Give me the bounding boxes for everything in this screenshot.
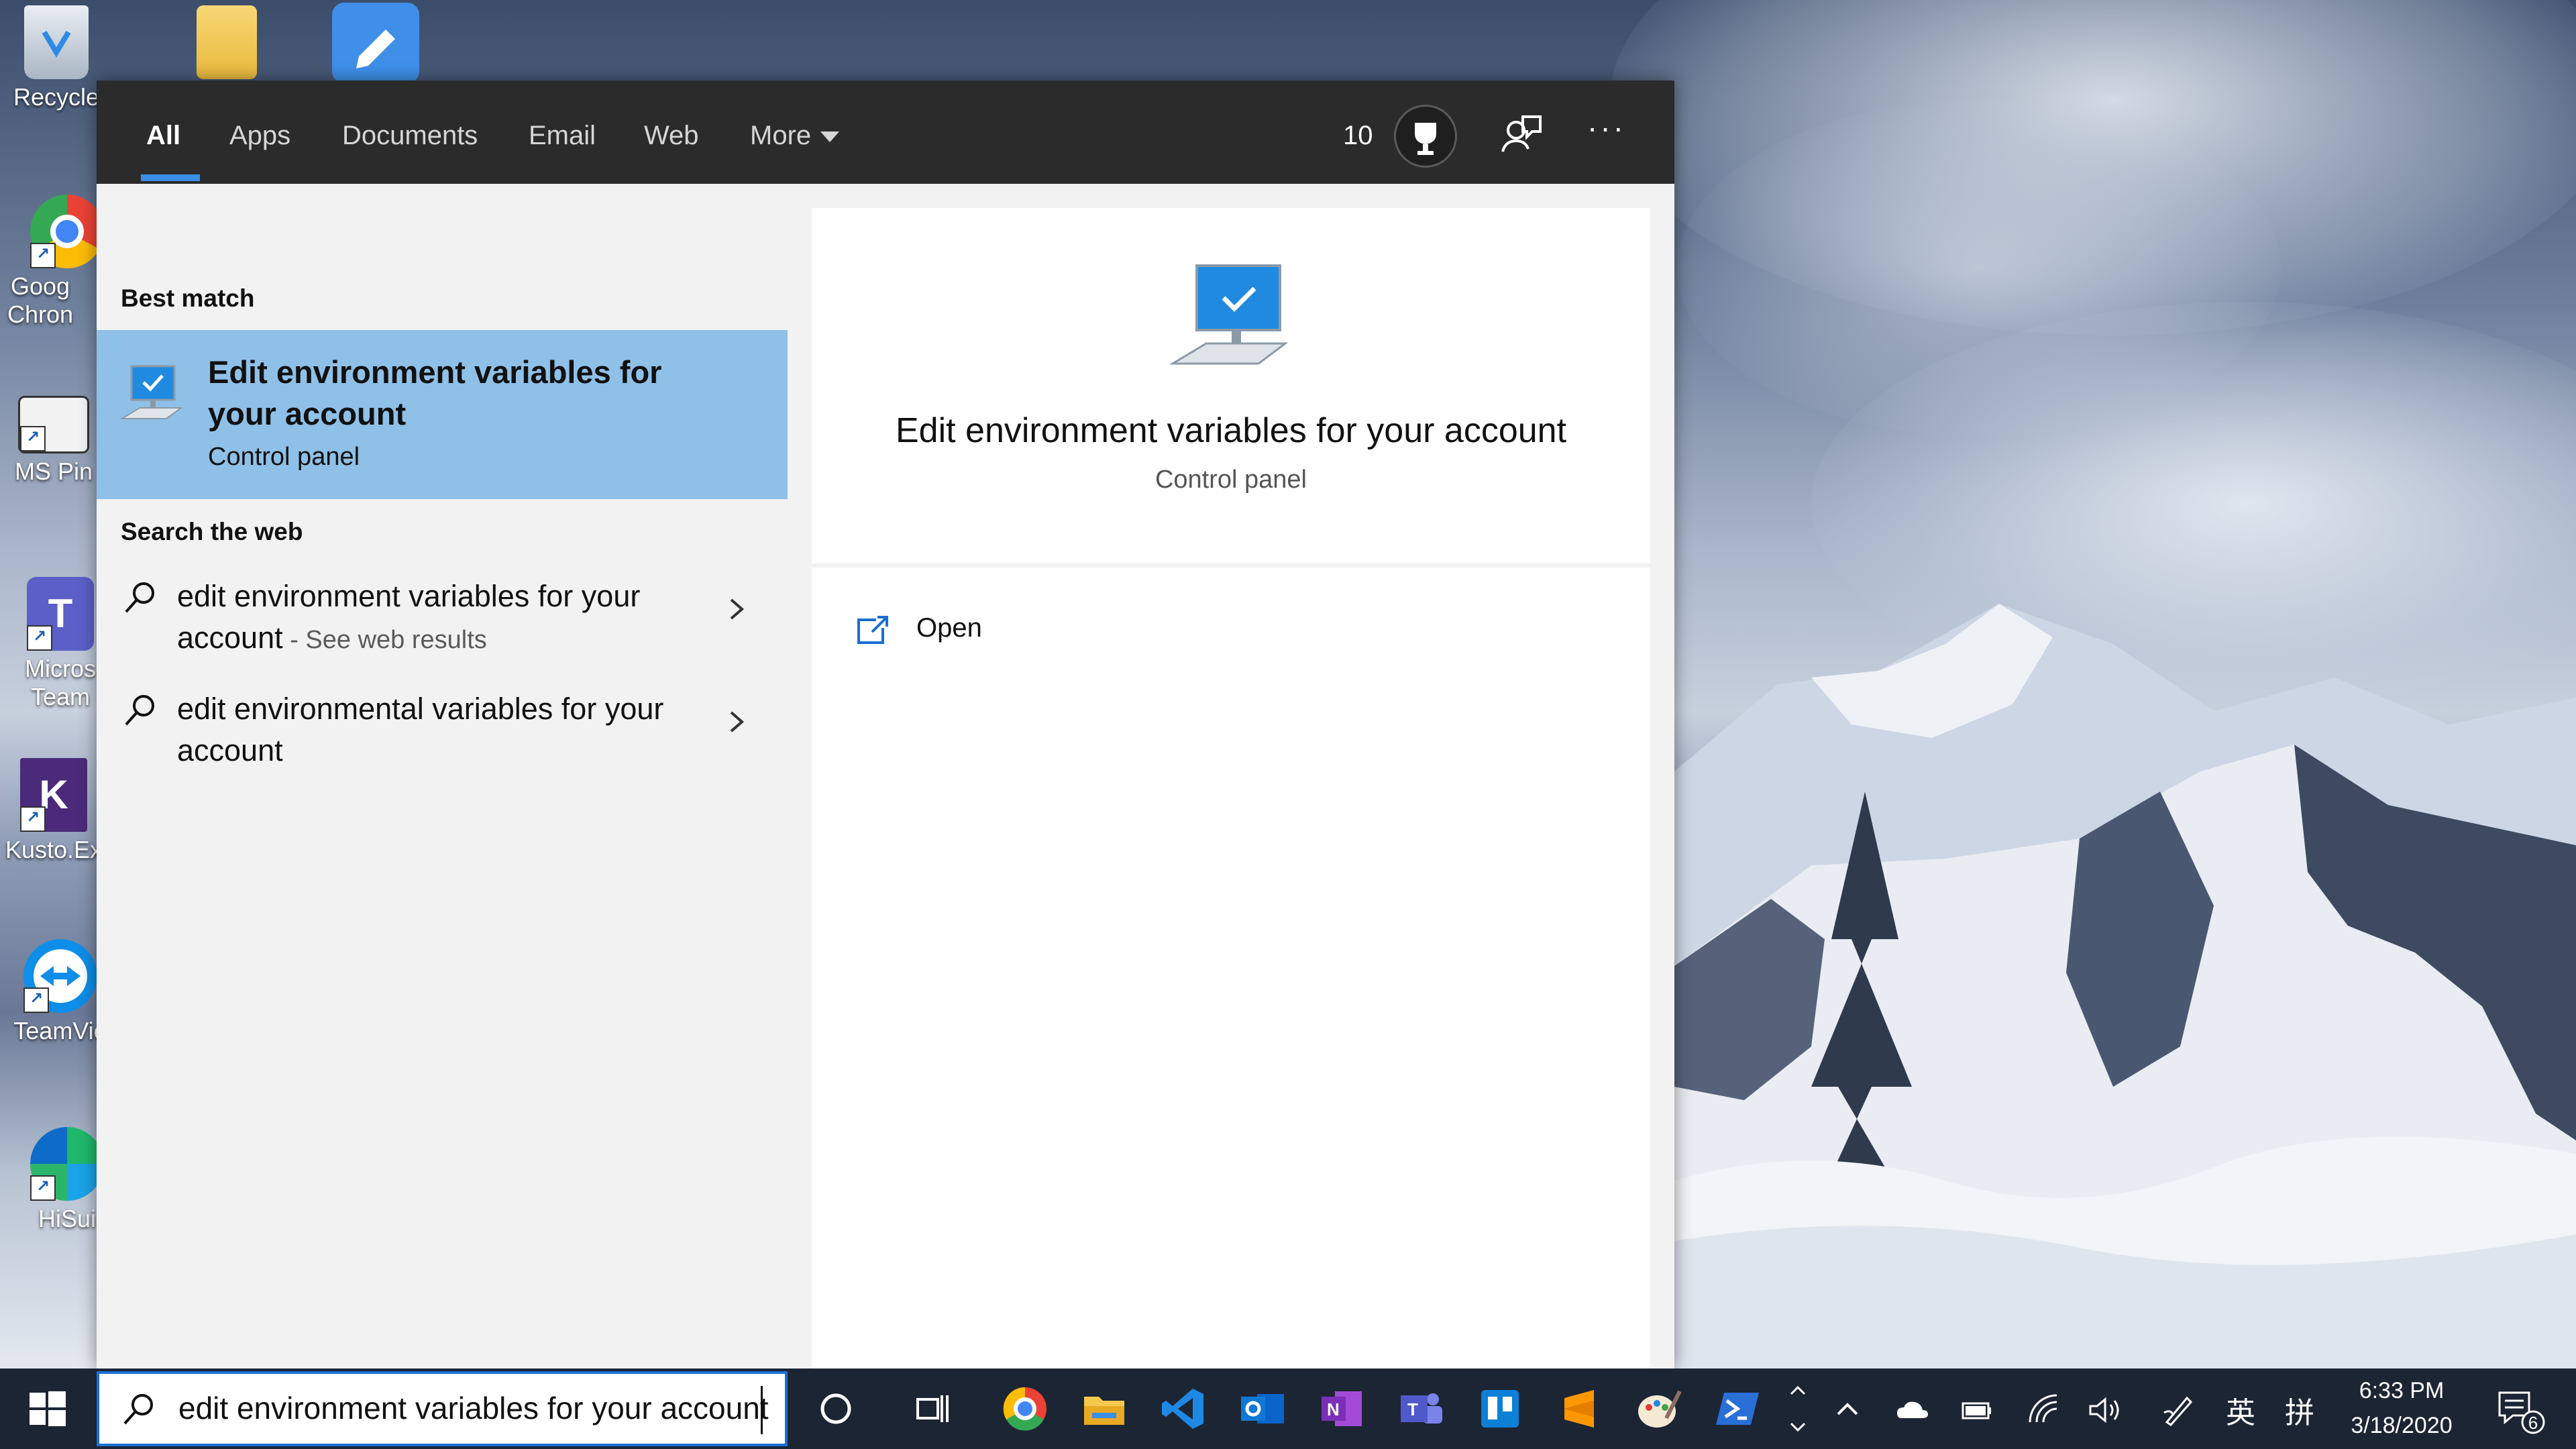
desktop-icon-label: Recycle	[13, 83, 100, 111]
preview-subtitle: Control panel	[1155, 466, 1307, 494]
text-cursor	[761, 1386, 763, 1434]
taskbar-scroll-icon[interactable]	[1784, 1374, 1811, 1444]
web-suggestion-text: edit environmental variables for your ac…	[177, 692, 664, 767]
search-web-heading: Search the web	[121, 518, 303, 545]
feedback-icon[interactable]	[1496, 110, 1547, 161]
desktop-icon-folder[interactable]	[173, 5, 280, 83]
ime-language-indicator[interactable]: 英	[2220, 1389, 2261, 1432]
tab-apps[interactable]: Apps	[229, 115, 290, 156]
best-match-title: Edit environment variables for your acco…	[208, 354, 662, 431]
powershell-icon[interactable]	[1713, 1385, 1762, 1433]
onenote-icon[interactable]: N	[1318, 1385, 1366, 1433]
search-icon	[121, 580, 158, 617]
web-suggestion-item[interactable]: edit environmental variables for your ac…	[97, 679, 788, 786]
sublime-text-icon[interactable]	[1555, 1385, 1603, 1433]
caret-down-icon	[820, 131, 840, 143]
shortcut-arrow-icon: ↗	[30, 1175, 56, 1201]
web-suggestion-item[interactable]: edit environment variables for your acco…	[97, 566, 788, 674]
best-match-result[interactable]: Edit environment variables for your acco…	[97, 330, 788, 499]
tab-more[interactable]: More	[750, 115, 840, 156]
desktop-icon-label: MS Pin	[14, 458, 93, 485]
rewards-points: 10	[1343, 121, 1373, 150]
svg-text:N: N	[1327, 1399, 1340, 1419]
computer-settings-icon	[119, 360, 184, 424]
chevron-right-icon[interactable]	[726, 708, 747, 735]
best-match-heading: Best match	[121, 284, 255, 312]
folder-icon	[197, 5, 257, 79]
open-action-label: Open	[916, 613, 982, 643]
search-filter-bar: All Apps Documents Email Web More 10 ···	[97, 80, 1674, 184]
tab-documents[interactable]: Documents	[342, 115, 478, 156]
desktop-icon-ms-pin[interactable]: ↗ MS Pin	[0, 396, 107, 486]
results-list: Best match Edit environment variables fo…	[97, 184, 788, 1368]
desktop-icon-label: Goog Chron	[7, 272, 74, 328]
shortcut-arrow-icon: ↗	[30, 243, 56, 268]
action-center-icon[interactable]: 6	[2496, 1389, 2549, 1436]
open-external-icon	[856, 614, 891, 645]
desktop-icon-kusto-explorer[interactable]: K ↗ Kusto.Ex	[0, 758, 107, 864]
hisuite-icon: ↗	[30, 1127, 104, 1201]
web-suggestion-text: edit environment variables for your acco…	[177, 576, 687, 661]
search-panel: All Apps Documents Email Web More 10 ···…	[97, 80, 1674, 1368]
paint-icon[interactable]	[1634, 1385, 1682, 1433]
battery-icon[interactable]	[1959, 1393, 1994, 1428]
tab-more-label: More	[750, 121, 812, 150]
windows-start-icon[interactable]	[27, 1389, 67, 1429]
tab-email[interactable]: Email	[529, 115, 596, 156]
search-icon	[121, 692, 158, 730]
preview-title: Edit environment variables for your acco…	[895, 411, 1567, 450]
shortcut-arrow-icon: ↗	[20, 426, 46, 451]
vscode-icon[interactable]	[1159, 1385, 1208, 1433]
computer-settings-icon	[1169, 259, 1293, 370]
volume-icon[interactable]	[2086, 1393, 2121, 1428]
wifi-icon[interactable]	[2026, 1393, 2061, 1428]
teams-icon[interactable]: T	[1397, 1385, 1445, 1433]
task-view-icon[interactable]	[908, 1385, 957, 1433]
chevron-up-icon[interactable]	[1830, 1393, 1865, 1428]
chrome-icon[interactable]	[1001, 1385, 1049, 1433]
desktop-icon-blue-app[interactable]	[322, 3, 429, 87]
svg-text:T: T	[1407, 1399, 1418, 1419]
kusto-icon: K ↗	[20, 758, 87, 832]
file-explorer-icon[interactable]	[1080, 1385, 1128, 1433]
desktop-icon-label: Kusto.Ex	[5, 836, 103, 863]
search-icon	[119, 1391, 157, 1429]
shortcut-arrow-icon: ↗	[23, 987, 49, 1013]
tab-web[interactable]: Web	[644, 115, 699, 156]
taskbar: edit environment variables for your acco…	[0, 1368, 2576, 1449]
taskbar-search-input[interactable]: edit environment variables for your acco…	[97, 1371, 788, 1446]
tab-all[interactable]: All	[146, 115, 180, 156]
recycle-bin-icon	[24, 5, 89, 79]
outlook-icon[interactable]	[1238, 1385, 1287, 1433]
rewards-trophy-icon[interactable]	[1394, 105, 1457, 168]
shortcut-arrow-icon: ↗	[27, 625, 52, 651]
more-options-button[interactable]: ···	[1587, 107, 1626, 148]
best-match-subtitle: Control panel	[208, 443, 360, 471]
teams-icon: T ↗	[27, 577, 94, 651]
notification-count-badge: 6	[2528, 1413, 2538, 1433]
clock-time[interactable]: 6:33 PM	[2334, 1378, 2469, 1404]
preview-pane: Edit environment variables for your acco…	[812, 208, 1650, 1368]
onedrive-cloud-icon[interactable]	[1894, 1393, 1929, 1428]
cortana-icon[interactable]	[812, 1385, 860, 1433]
preview-header: Edit environment variables for your acco…	[812, 208, 1650, 568]
ime-mode-indicator[interactable]: 拼	[2279, 1389, 2320, 1432]
chevron-right-icon[interactable]	[726, 596, 747, 623]
clock-date[interactable]: 3/18/2020	[2334, 1413, 2469, 1439]
active-tab-indicator	[141, 174, 200, 181]
search-query-text: edit environment variables for your acco…	[178, 1391, 769, 1426]
chrome-icon: ↗	[30, 195, 104, 268]
pen-workspace-icon[interactable]	[2160, 1393, 2195, 1428]
web-suggestion-hint: - See web results	[282, 626, 487, 654]
shortcut-arrow-icon: ↗	[20, 806, 46, 832]
trello-icon[interactable]	[1476, 1385, 1524, 1433]
ms-pin-icon: ↗	[18, 396, 89, 453]
desktop-icon-recycle-bin[interactable]: Recycle	[3, 5, 110, 111]
pen-app-icon	[332, 3, 419, 83]
teamviewer-icon: ↗	[23, 939, 97, 1013]
